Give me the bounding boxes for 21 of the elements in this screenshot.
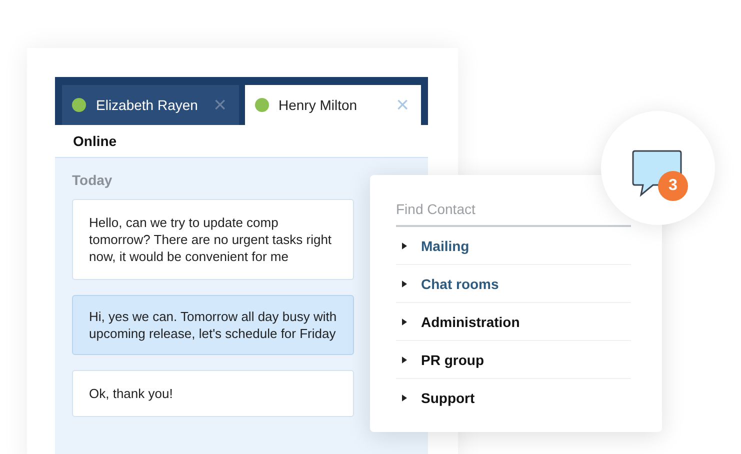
group-item[interactable]: Chat rooms (421, 276, 499, 292)
caret-icon (402, 280, 407, 288)
contact-name: Elizabeth Rayen (96, 97, 199, 113)
group-item[interactable]: PR group (421, 352, 484, 368)
group-item[interactable]: Administration (421, 314, 520, 330)
message-bubble: Hi, yes we can. Tomorrow all day busy with upcoming release, let's schedule for Friday (72, 295, 354, 355)
message-bubble: Hello, can we try to update comp tomorrow? There are no urgent tasks right now, it would be convenient for me (72, 199, 354, 280)
date-label: Today (72, 172, 112, 188)
contact-name: Henry Milton (278, 97, 358, 113)
group-item[interactable]: Support (421, 390, 475, 406)
count-badge: 3 (658, 171, 688, 201)
group-item[interactable]: Mailing (421, 238, 470, 254)
caret-icon (402, 318, 407, 326)
search-field[interactable]: Find Contact (396, 199, 586, 225)
caret-icon (402, 394, 407, 402)
chat-tab[interactable]: Henry Milton × (244, 85, 421, 125)
chat-tab[interactable]: Elizabeth Rayen × (62, 85, 238, 125)
caret-icon (402, 356, 407, 364)
message-bubble: Ok, thank you! (72, 370, 354, 417)
caret-icon (402, 242, 407, 250)
status-label: Online (73, 133, 117, 149)
